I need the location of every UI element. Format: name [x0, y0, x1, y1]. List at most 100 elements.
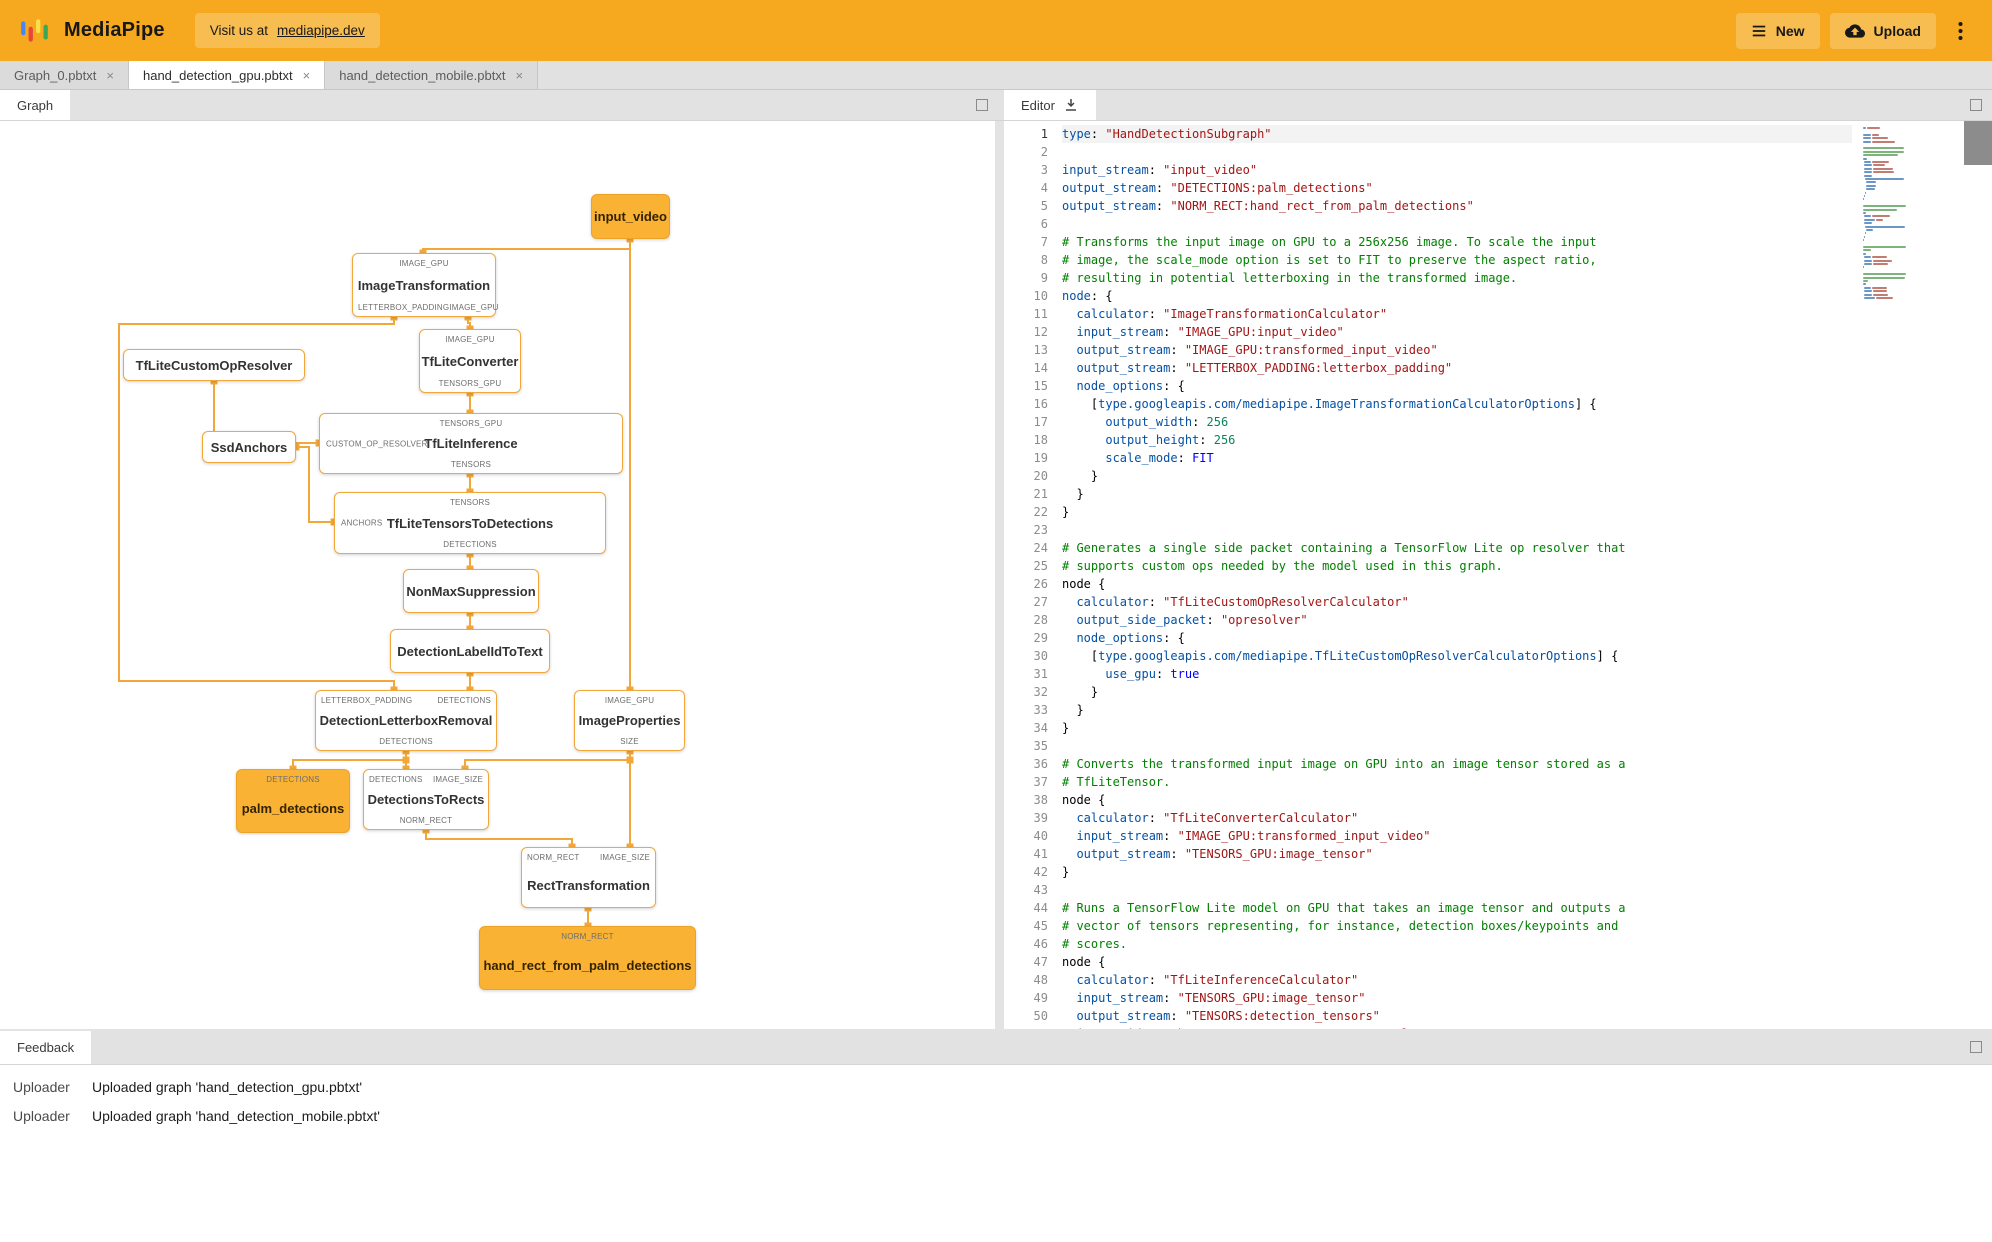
code-line: }	[1062, 703, 1084, 717]
code-line: input_stream: "IMAGE_GPU:input_video"	[1076, 325, 1344, 339]
port-label: NORM_RECT	[527, 852, 580, 862]
node-input_video[interactable]: input_video	[591, 194, 670, 239]
node-label: DetectionLabelIdToText	[397, 643, 543, 659]
new-button[interactable]: New	[1735, 12, 1820, 49]
file-tab-hand-detection-gpu[interactable]: hand_detection_gpu.pbtxt ×	[128, 61, 326, 89]
code-line: [type.googleapis.com/mediapipe.ImageTran…	[1062, 397, 1597, 411]
line-number: 32	[1033, 685, 1048, 699]
node-DetectionsToRects[interactable]: DETECTIONS IMAGE_SIZE DetectionsToRects NOR…	[363, 769, 489, 830]
minimap-line	[1864, 297, 1875, 299]
close-icon[interactable]: ×	[515, 69, 523, 82]
minimap[interactable]	[1857, 121, 1962, 1029]
line-number: 40	[1033, 829, 1048, 843]
minimap-line	[1863, 137, 1872, 140]
code-line: # image, the scale_mode option is set to…	[1062, 253, 1597, 267]
code-line: calculator: "TfLiteCustomOpResolverCalcu…	[1076, 595, 1409, 609]
port-label: LETTERBOX_PADDING	[358, 302, 450, 312]
line-number: 23	[1033, 523, 1048, 537]
upload-button-label: Upload	[1873, 22, 1921, 39]
code-line: scale_mode: FIT	[1105, 451, 1214, 465]
port-label: IMAGE_GPU	[399, 258, 449, 268]
node-RectTransformation[interactable]: NORM_RECT IMAGE_SIZE RectTransformation	[521, 847, 656, 908]
minimap-line	[1864, 235, 1865, 238]
scrollbar-thumb[interactable]	[1964, 121, 1992, 165]
node-SsdAnchors[interactable]: SsdAnchors	[202, 431, 296, 463]
port-label: IMAGE_GPU	[449, 302, 499, 312]
file-tab-label: Graph_0.pbtxt	[14, 67, 97, 83]
tab-feedback[interactable]: Feedback	[0, 1031, 92, 1064]
minimap-line	[1863, 249, 1872, 252]
node-TfLiteTensorsToDetections[interactable]: TENSORS TfLiteTensorsToDetections DETECTIO…	[334, 492, 606, 554]
graph-canvas[interactable]: input_video IMAGE_GPU ImageTransformation L…	[0, 121, 995, 1029]
port-label: TENSORS_GPU	[438, 378, 502, 388]
node-NonMaxSuppression[interactable]: NonMaxSuppression	[403, 569, 539, 613]
app-header: MediaPipe Visit us at mediapipe.dev New	[0, 0, 1992, 61]
code-editor[interactable]: 1 2 3 4 5 6 7 8 9 10 11 12 13 14 15 16 17 18 19 20 21 22 23 24 2…	[1004, 121, 1992, 1029]
node-TfLiteConverter[interactable]: IMAGE_GPU TfLiteConverter TENSORS_GPU	[419, 329, 521, 393]
node-label: TfLiteConverter	[421, 353, 519, 369]
port-label: SIZE	[620, 736, 639, 746]
code-line: output_stream: "DETECTIONS:palm_detectio…	[1062, 181, 1373, 195]
tab-graph[interactable]: Graph	[0, 90, 71, 120]
minimap-line	[1872, 259, 1893, 262]
expand-icon[interactable]	[976, 99, 988, 111]
visit-link[interactable]: mediapipe.dev	[277, 23, 365, 38]
code-line: }	[1062, 469, 1099, 483]
node-palm_detections[interactable]: DETECTIONS palm_detections	[236, 769, 350, 833]
minimap-line	[1873, 263, 1888, 265]
download-icon[interactable]	[1063, 97, 1079, 113]
file-tab-hand-detection-mobile[interactable]: hand_detection_mobile.pbtxt ×	[325, 61, 539, 89]
line-number: 21	[1033, 487, 1048, 501]
node-TfLiteInference[interactable]: TENSORS_GPU TfLiteInference TENSORS CUSTOM_…	[319, 413, 623, 474]
tab-editor[interactable]: Editor	[1004, 90, 1096, 120]
panel-tab-row: Graph Editor	[0, 90, 1992, 121]
node-label: DetectionsToRects	[367, 792, 485, 807]
minimap-line	[1872, 137, 1888, 140]
minimap-line	[1871, 133, 1879, 136]
port-label: TENSORS	[450, 459, 492, 469]
feedback-message: Uploaded graph 'hand_detection_gpu.pbtxt…	[92, 1078, 363, 1095]
kebab-menu-button[interactable]	[1946, 13, 1974, 49]
node-label: ImageProperties	[578, 713, 681, 728]
file-tab-graph0[interactable]: Graph_0.pbtxt ×	[0, 61, 129, 89]
code-area[interactable]: type: "HandDetectionSubgraph" input_stre…	[1062, 125, 1852, 1029]
visit-badge[interactable]: Visit us at mediapipe.dev	[194, 13, 380, 48]
minimap-line	[1864, 174, 1873, 177]
port-label: DETECTIONS	[379, 736, 433, 746]
minimap-line	[1864, 263, 1873, 265]
code-line: # supports custom ops needed by the mode…	[1062, 559, 1503, 573]
node-DetectionLetterboxRemoval[interactable]: LETTERBOX_PADDING DETECTIONS DetectionLett…	[315, 690, 497, 751]
upload-button[interactable]: Upload	[1829, 12, 1936, 49]
node-label: DetectionLetterboxRemoval	[319, 713, 493, 728]
minimap-line	[1866, 188, 1875, 191]
line-number: 41	[1033, 847, 1048, 861]
node-ImageTransformation[interactable]: IMAGE_GPU ImageTransformation LETTERBOX_PA…	[352, 253, 499, 317]
close-icon[interactable]: ×	[303, 69, 311, 82]
node-TfLiteCustomOpResolver[interactable]: TfLiteCustomOpResolver	[123, 349, 305, 381]
port-row: DETECTIONS	[335, 538, 605, 550]
node-label: hand_rect_from_palm_detections	[483, 958, 692, 973]
node-hand_rect_from_palm_detections[interactable]: NORM_RECT hand_rect_from_palm_detections	[479, 926, 696, 990]
node-DetectionLabelIdToText[interactable]: DetectionLabelIdToText	[390, 629, 550, 673]
port-row: NORM_RECT	[364, 814, 488, 826]
line-number: 15	[1033, 379, 1048, 393]
line-number: 1	[1040, 127, 1048, 141]
port-label: NORM_RECT	[399, 815, 453, 825]
minimap-line	[1863, 157, 1867, 160]
graph-edge	[425, 830, 573, 847]
minimap-line	[1865, 232, 1866, 235]
minimap-line	[1872, 290, 1888, 293]
minimap-line	[1866, 229, 1874, 231]
expand-icon[interactable]	[1970, 1041, 1982, 1053]
minimap-line	[1863, 252, 1867, 255]
close-icon[interactable]: ×	[106, 69, 114, 82]
code-line: input_stream: "TENSORS_GPU:image_tensor"	[1076, 991, 1366, 1005]
minimap-line	[1863, 150, 1904, 153]
expand-icon[interactable]	[1970, 99, 1982, 111]
port-label: CUSTOM_OP_RESOLVER	[326, 439, 428, 448]
line-number: 7	[1040, 235, 1048, 249]
node-ImageProperties[interactable]: IMAGE_GPU ImageProperties SIZE	[574, 690, 685, 751]
